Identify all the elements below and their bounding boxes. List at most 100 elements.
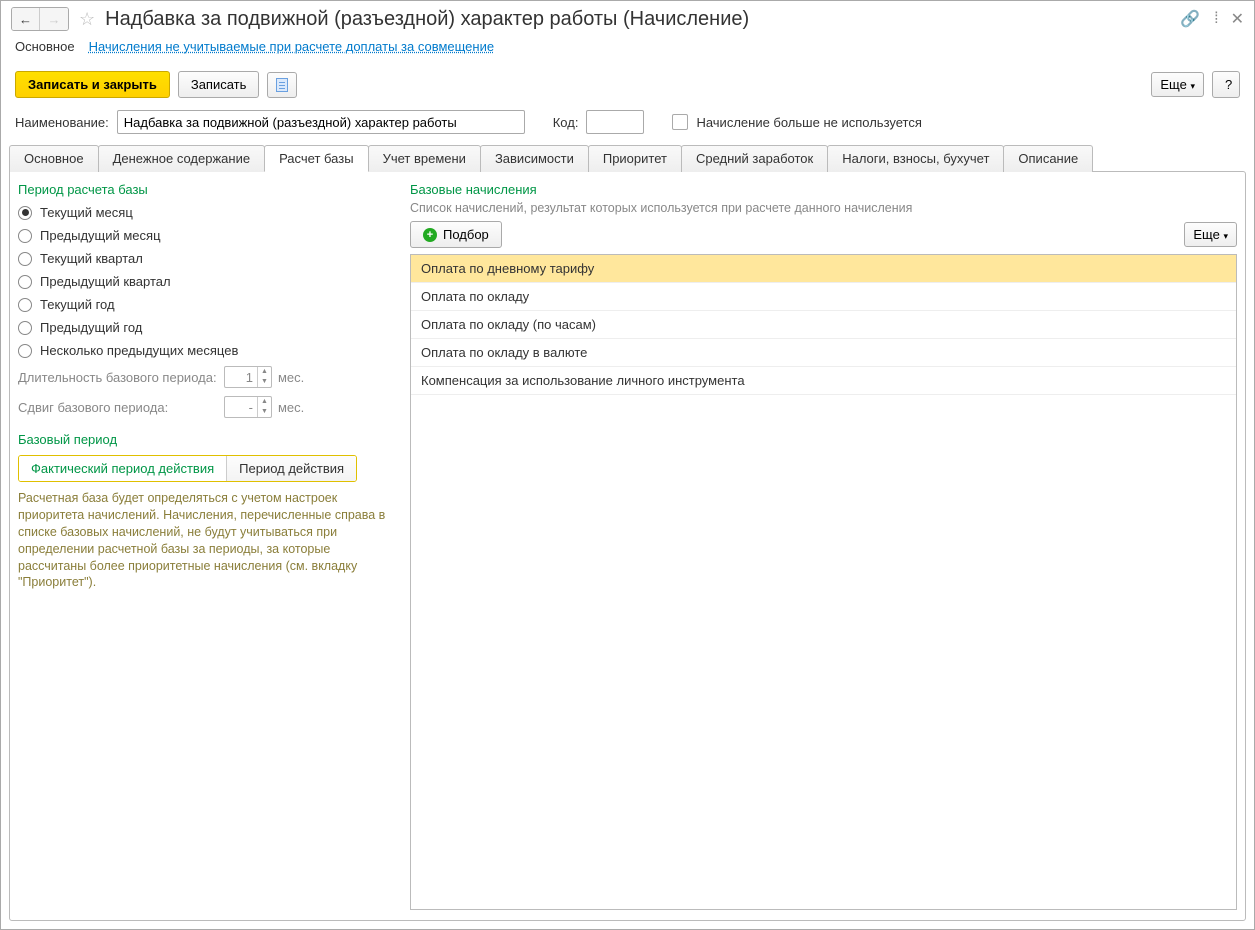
- radio-icon: [18, 206, 32, 220]
- radio-label: Несколько предыдущих месяцев: [40, 343, 238, 358]
- accruals-more-button[interactable]: Еще ▾: [1184, 222, 1237, 247]
- back-button[interactable]: ←: [12, 8, 40, 30]
- disabled-label: Начисление больше не используется: [696, 115, 921, 130]
- name-input[interactable]: [117, 110, 525, 134]
- right-panel: Базовые начисления Список начислений, ре…: [410, 182, 1237, 910]
- radio-icon: [18, 229, 32, 243]
- forward-button[interactable]: →: [40, 8, 68, 30]
- shift-spin-buttons[interactable]: ▲▼: [257, 397, 271, 417]
- kebab-menu-icon[interactable]: ⁞: [1214, 10, 1216, 28]
- close-icon[interactable]: ✕: [1231, 9, 1244, 29]
- titlebar: ← → ☆ Надбавка за подвижной (разъездной)…: [1, 1, 1254, 35]
- tab-bar: ОсновноеДенежное содержаниеРасчет базыУч…: [1, 144, 1254, 171]
- accrual-row[interactable]: Оплата по окладу (по часам): [411, 311, 1236, 339]
- select-accrual-button[interactable]: + Подбор: [410, 221, 502, 248]
- spin-up-icon[interactable]: ▲: [258, 367, 271, 377]
- shift-input[interactable]: [225, 400, 257, 415]
- period-seg-1[interactable]: Период действия: [227, 456, 356, 481]
- period-radio-3[interactable]: Предыдущий квартал: [18, 270, 398, 293]
- save-button[interactable]: Записать: [178, 71, 260, 98]
- period-radio-4[interactable]: Текущий год: [18, 293, 398, 316]
- radio-icon: [18, 298, 32, 312]
- help-button[interactable]: ?: [1212, 71, 1240, 98]
- subnav: Основное Начисления не учитываемые при р…: [1, 35, 1254, 63]
- duration-spinner[interactable]: ▲▼: [224, 366, 272, 388]
- save-and-close-button[interactable]: Записать и закрыть: [15, 71, 170, 98]
- tab-content: Период расчета базы Текущий месяц Предыду…: [9, 171, 1246, 921]
- plus-icon: +: [423, 228, 437, 242]
- disabled-checkbox[interactable]: [672, 114, 688, 130]
- period-radio-group: Текущий месяц Предыдущий месяц Текущий ква…: [18, 201, 398, 362]
- radio-icon: [18, 252, 32, 266]
- radio-label: Текущий год: [40, 297, 115, 312]
- radio-icon: [18, 275, 32, 289]
- base-accruals-title: Базовые начисления: [410, 182, 1237, 197]
- radio-label: Предыдущий год: [40, 320, 142, 335]
- select-accrual-label: Подбор: [443, 227, 489, 242]
- tab-4[interactable]: Зависимости: [480, 145, 589, 172]
- period-description: Расчетная база будет определяться с учет…: [18, 490, 398, 591]
- chevron-down-icon: ▾: [1223, 231, 1228, 241]
- tab-1[interactable]: Денежное содержание: [98, 145, 265, 172]
- accrual-row[interactable]: Компенсация за использование личного инс…: [411, 367, 1236, 395]
- accruals-list[interactable]: Оплата по дневному тарифуОплата по оклад…: [410, 254, 1237, 910]
- favorite-star-icon[interactable]: ☆: [75, 9, 99, 30]
- main-toolbar: Записать и закрыть Записать Еще ▾ ?: [1, 63, 1254, 106]
- period-radio-0[interactable]: Текущий месяц: [18, 201, 398, 224]
- radio-label: Предыдущий квартал: [40, 274, 171, 289]
- arrow-left-icon: ←: [19, 12, 32, 27]
- period-radio-6[interactable]: Несколько предыдущих месяцев: [18, 339, 398, 362]
- spin-up-icon[interactable]: ▲: [258, 397, 271, 407]
- subnav-link-exclusions[interactable]: Начисления не учитываемые при расчете до…: [89, 39, 495, 54]
- spin-down-icon[interactable]: ▼: [258, 407, 271, 417]
- tab-0[interactable]: Основное: [9, 145, 99, 172]
- tab-5[interactable]: Приоритет: [588, 145, 682, 172]
- name-code-row: Наименование: Код: Начисление больше не …: [1, 106, 1254, 144]
- subnav-main[interactable]: Основное: [15, 39, 75, 54]
- period-seg-0[interactable]: Фактический период действия: [19, 456, 227, 481]
- period-radio-2[interactable]: Текущий квартал: [18, 247, 398, 270]
- list-view-button[interactable]: [267, 72, 297, 98]
- link-icon[interactable]: 🔗: [1180, 9, 1200, 29]
- shift-row: Сдвиг базового периода: ▲▼ мес.: [18, 392, 398, 422]
- accrual-row[interactable]: Оплата по дневному тарифу: [411, 255, 1236, 283]
- duration-label: Длительность базового периода:: [18, 370, 218, 385]
- name-label: Наименование:: [15, 115, 109, 130]
- tab-2[interactable]: Расчет базы: [264, 145, 369, 172]
- nav-buttons: ← →: [11, 7, 69, 31]
- chevron-down-icon: ▾: [1190, 81, 1195, 91]
- app-window: ← → ☆ Надбавка за подвижной (разъездной)…: [0, 0, 1255, 930]
- base-period-title: Базовый период: [18, 432, 398, 447]
- period-type-segmented: Фактический период действияПериод действ…: [18, 455, 357, 482]
- spin-down-icon[interactable]: ▼: [258, 377, 271, 387]
- duration-spin-buttons[interactable]: ▲▼: [257, 367, 271, 387]
- shift-label: Сдвиг базового периода:: [18, 400, 218, 415]
- base-period-calc-title: Период расчета базы: [18, 182, 398, 197]
- shift-unit: мес.: [278, 400, 304, 415]
- left-panel: Период расчета базы Текущий месяц Предыду…: [18, 182, 398, 910]
- radio-label: Текущий месяц: [40, 205, 133, 220]
- duration-input[interactable]: [225, 370, 257, 385]
- accrual-row[interactable]: Оплата по окладу: [411, 283, 1236, 311]
- duration-unit: мес.: [278, 370, 304, 385]
- radio-icon: [18, 321, 32, 335]
- tab-8[interactable]: Описание: [1003, 145, 1093, 172]
- accrual-row[interactable]: Оплата по окладу в валюте: [411, 339, 1236, 367]
- radio-label: Предыдущий месяц: [40, 228, 161, 243]
- radio-label: Текущий квартал: [40, 251, 143, 266]
- tab-6[interactable]: Средний заработок: [681, 145, 828, 172]
- period-radio-5[interactable]: Предыдущий год: [18, 316, 398, 339]
- code-label: Код:: [553, 115, 579, 130]
- more-menu-button[interactable]: Еще ▾: [1151, 72, 1204, 97]
- accruals-toolbar: + Подбор Еще ▾: [410, 221, 1237, 248]
- base-accruals-hint: Список начислений, результат которых исп…: [410, 201, 1237, 215]
- arrow-right-icon: →: [48, 12, 61, 27]
- code-input[interactable]: [586, 110, 644, 134]
- shift-spinner[interactable]: ▲▼: [224, 396, 272, 418]
- tab-3[interactable]: Учет времени: [368, 145, 481, 172]
- window-title: Надбавка за подвижной (разъездной) харак…: [105, 8, 1174, 31]
- radio-icon: [18, 344, 32, 358]
- list-icon: [276, 78, 288, 92]
- tab-7[interactable]: Налоги, взносы, бухучет: [827, 145, 1004, 172]
- period-radio-1[interactable]: Предыдущий месяц: [18, 224, 398, 247]
